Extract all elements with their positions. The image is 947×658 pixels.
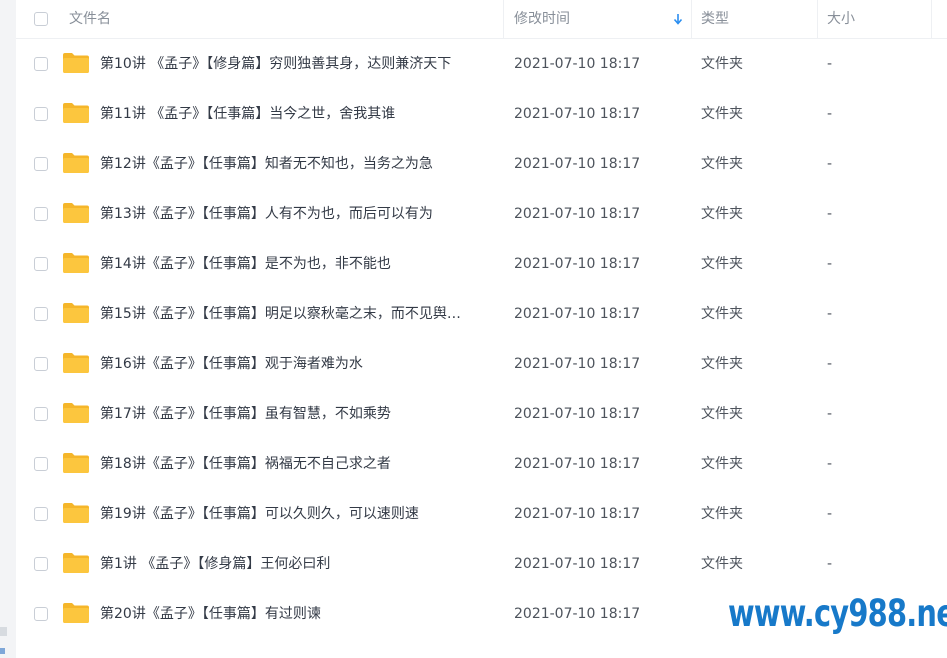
file-row[interactable]: 第17讲《孟子》【任事篇】虽有智慧，不如乘势 2021-07-10 18:17 … <box>16 389 947 439</box>
file-size: - <box>827 106 833 122</box>
folder-icon <box>63 253 89 273</box>
file-name[interactable]: 第10讲 《孟子》【修身篇】穷则独善其身，达则兼济天下 <box>100 39 496 89</box>
watermark: www.cy988.net <box>728 592 947 635</box>
column-separator <box>817 0 818 38</box>
file-name[interactable]: 第17讲《孟子》【任事篇】虽有智慧，不如乘势 <box>100 389 496 439</box>
modified-time: 2021-07-10 18:17 <box>514 506 641 522</box>
folder-icon <box>63 53 89 73</box>
row-checkbox[interactable] <box>34 607 48 621</box>
modified-time: 2021-07-10 18:17 <box>514 356 641 372</box>
folder-icon <box>63 303 89 323</box>
folder-icon <box>63 403 89 423</box>
file-row[interactable]: 第18讲《孟子》【任事篇】祸福无不自己求之者 2021-07-10 18:17 … <box>16 439 947 489</box>
row-checkbox[interactable] <box>34 107 48 121</box>
folder-icon <box>63 503 89 523</box>
folder-icon <box>63 453 89 473</box>
scroll-marker <box>0 627 7 636</box>
file-row[interactable]: 第10讲 《孟子》【修身篇】穷则独善其身，达则兼济天下 2021-07-10 1… <box>16 39 947 89</box>
file-type: 文件夹 <box>701 106 743 122</box>
modified-time: 2021-07-10 18:17 <box>514 456 641 472</box>
row-checkbox[interactable] <box>34 157 48 171</box>
column-header-time[interactable]: 修改时间 <box>514 0 570 38</box>
file-size: - <box>827 356 833 372</box>
folder-icon <box>63 203 89 223</box>
file-name[interactable]: 第20讲《孟子》【任事篇】有过则谏 <box>100 589 496 639</box>
file-name[interactable]: 第12讲《孟子》【任事篇】知者无不知也，当务之为急 <box>100 139 496 189</box>
sort-descending-icon[interactable] <box>673 12 683 26</box>
file-row[interactable]: 第1讲 《孟子》【修身篇】王何必曰利 2021-07-10 18:17 文件夹 … <box>16 539 947 589</box>
list-header: 文件名 修改时间 类型 大小 <box>16 0 947 39</box>
row-checkbox[interactable] <box>34 57 48 71</box>
file-list-panel: 文件名 修改时间 类型 大小 第10讲 《孟子》【修身篇】穷则独善其身，达则兼济… <box>16 0 947 658</box>
folder-icon <box>63 603 89 623</box>
file-type: 文件夹 <box>701 306 743 322</box>
file-type: 文件夹 <box>701 256 743 272</box>
file-size: - <box>827 406 833 422</box>
row-checkbox[interactable] <box>34 457 48 471</box>
folder-icon <box>63 153 89 173</box>
column-separator <box>691 0 692 38</box>
file-type: 文件夹 <box>701 56 743 72</box>
file-name[interactable]: 第14讲《孟子》【任事篇】是不为也，非不能也 <box>100 239 496 289</box>
modified-time: 2021-07-10 18:17 <box>514 306 641 322</box>
file-row[interactable]: 第15讲《孟子》【任事篇】明足以察秋毫之末，而不见舆… 2021-07-10 1… <box>16 289 947 339</box>
file-name[interactable]: 第15讲《孟子》【任事篇】明足以察秋毫之末，而不见舆… <box>100 289 496 339</box>
modified-time: 2021-07-10 18:17 <box>514 206 641 222</box>
folder-icon <box>63 553 89 573</box>
file-type: 文件夹 <box>701 506 743 522</box>
row-checkbox[interactable] <box>34 507 48 521</box>
row-checkbox[interactable] <box>34 407 48 421</box>
column-separator <box>503 0 504 38</box>
modified-time: 2021-07-10 18:17 <box>514 56 641 72</box>
file-row[interactable]: 第16讲《孟子》【任事篇】观于海者难为水 2021-07-10 18:17 文件… <box>16 339 947 389</box>
file-name[interactable]: 第18讲《孟子》【任事篇】祸福无不自己求之者 <box>100 439 496 489</box>
file-name[interactable]: 第13讲《孟子》【任事篇】人有不为也，而后可以有为 <box>100 189 496 239</box>
file-name[interactable]: 第11讲 《孟子》【任事篇】当今之世，舍我其谁 <box>100 89 496 139</box>
file-type: 文件夹 <box>701 556 743 572</box>
modified-time: 2021-07-10 18:17 <box>514 106 641 122</box>
file-type: 文件夹 <box>701 406 743 422</box>
file-row[interactable]: 第12讲《孟子》【任事篇】知者无不知也，当务之为急 2021-07-10 18:… <box>16 139 947 189</box>
modified-time: 2021-07-10 18:17 <box>514 556 641 572</box>
row-checkbox[interactable] <box>34 207 48 221</box>
file-row[interactable]: 第19讲《孟子》【任事篇】可以久则久，可以速则速 2021-07-10 18:1… <box>16 489 947 539</box>
row-checkbox[interactable] <box>34 257 48 271</box>
column-header-type[interactable]: 类型 <box>701 0 729 38</box>
file-size: - <box>827 206 833 222</box>
file-name[interactable]: 第1讲 《孟子》【修身篇】王何必曰利 <box>100 539 496 589</box>
folder-icon <box>63 353 89 373</box>
row-checkbox[interactable] <box>34 557 48 571</box>
file-row[interactable]: 第14讲《孟子》【任事篇】是不为也，非不能也 2021-07-10 18:17 … <box>16 239 947 289</box>
column-separator <box>931 0 932 38</box>
select-all-checkbox[interactable] <box>34 12 48 26</box>
folder-icon <box>63 103 89 123</box>
file-size: - <box>827 456 833 472</box>
column-header-name[interactable]: 文件名 <box>69 0 111 38</box>
row-checkbox[interactable] <box>34 357 48 371</box>
modified-time: 2021-07-10 18:17 <box>514 256 641 272</box>
file-size: - <box>827 556 833 572</box>
file-size: - <box>827 56 833 72</box>
column-header-size[interactable]: 大小 <box>827 0 855 38</box>
file-type: 文件夹 <box>701 206 743 222</box>
row-checkbox[interactable] <box>34 307 48 321</box>
file-type: 文件夹 <box>701 456 743 472</box>
file-type: 文件夹 <box>701 156 743 172</box>
file-size: - <box>827 306 833 322</box>
scroll-marker-accent <box>0 648 5 654</box>
file-rows: 第10讲 《孟子》【修身篇】穷则独善其身，达则兼济天下 2021-07-10 1… <box>16 39 947 639</box>
file-size: - <box>827 256 833 272</box>
left-strip <box>0 0 16 658</box>
modified-time: 2021-07-10 18:17 <box>514 406 641 422</box>
file-type: 文件夹 <box>701 356 743 372</box>
file-size: - <box>827 156 833 172</box>
file-row[interactable]: 第11讲 《孟子》【任事篇】当今之世，舍我其谁 2021-07-10 18:17… <box>16 89 947 139</box>
file-name[interactable]: 第19讲《孟子》【任事篇】可以久则久，可以速则速 <box>100 489 496 539</box>
modified-time: 2021-07-10 18:17 <box>514 606 641 622</box>
file-size: - <box>827 506 833 522</box>
file-row[interactable]: 第13讲《孟子》【任事篇】人有不为也，而后可以有为 2021-07-10 18:… <box>16 189 947 239</box>
file-name[interactable]: 第16讲《孟子》【任事篇】观于海者难为水 <box>100 339 496 389</box>
modified-time: 2021-07-10 18:17 <box>514 156 641 172</box>
